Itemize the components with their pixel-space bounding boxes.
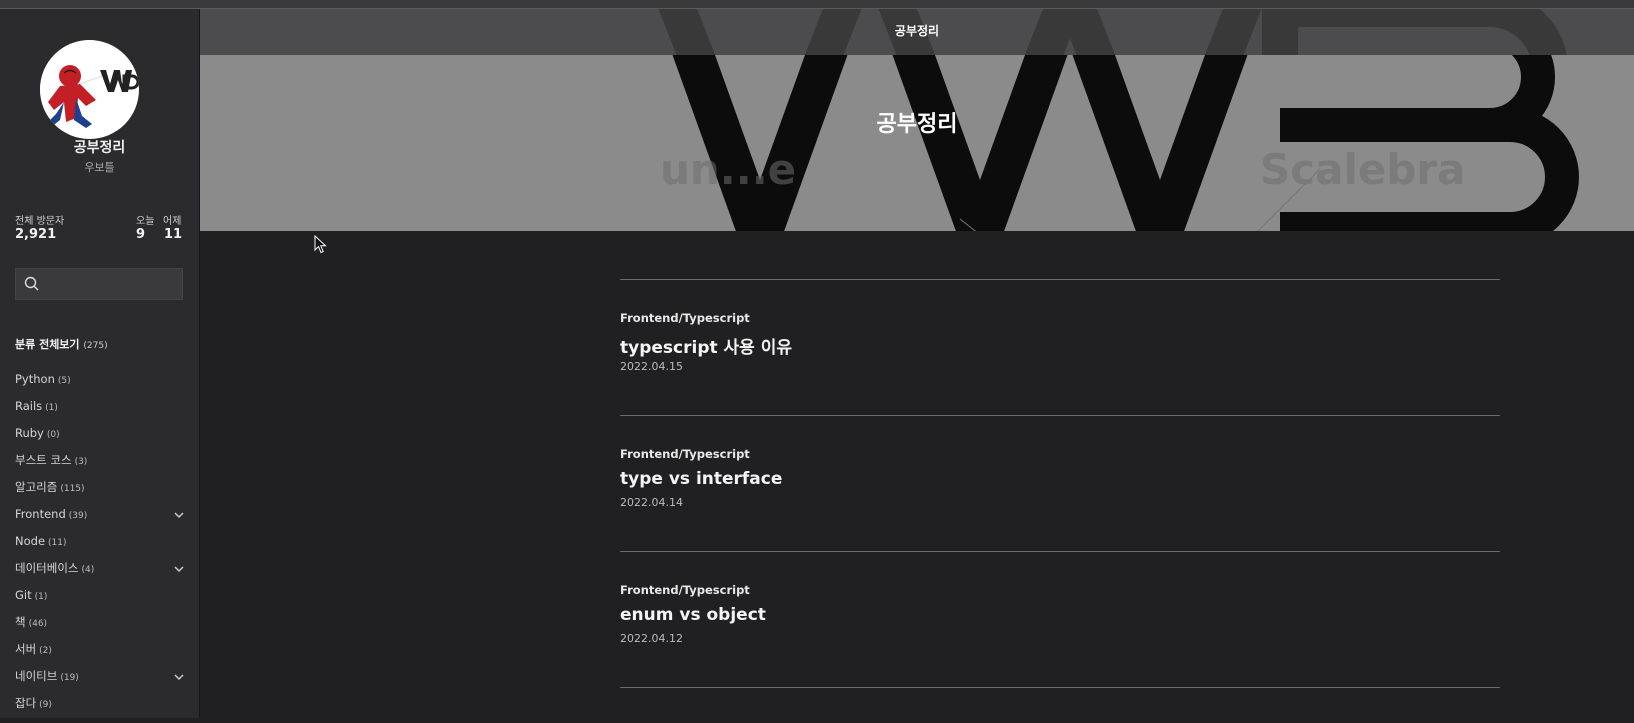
- category-count: (3): [74, 457, 88, 467]
- avatar[interactable]: [40, 40, 139, 139]
- category-label: Rails: [15, 399, 43, 413]
- search-icon[interactable]: [24, 276, 40, 296]
- post-item[interactable]: Frontend/Typescript enum vs object 2022.…: [620, 552, 1500, 687]
- category-item-boostcourse[interactable]: 부스트 코스 (3): [15, 453, 185, 480]
- total-visitors-label: 전체 방문자: [15, 216, 65, 227]
- category-label: 부스트 코스: [15, 453, 72, 467]
- category-count: (115): [60, 484, 85, 494]
- category-label: 알고리즘: [15, 480, 58, 494]
- category-count: (46): [28, 619, 48, 629]
- category-item-python[interactable]: Python (5): [15, 372, 185, 399]
- post-title[interactable]: enum vs object: [620, 605, 766, 625]
- post-category[interactable]: Frontend/Typescript: [620, 583, 750, 597]
- post-category[interactable]: Frontend/Typescript: [620, 311, 750, 325]
- category-label: 데이터베이스: [15, 561, 79, 575]
- category-item-git[interactable]: Git (1): [15, 588, 185, 615]
- category-label: Node: [15, 534, 46, 548]
- category-count: (5): [57, 376, 71, 386]
- today-visitors-value: 9: [136, 227, 146, 242]
- post-item[interactable]: Frontend/Typescript type vs interface 20…: [620, 416, 1500, 551]
- yesterday-visitors-value: 11: [164, 227, 183, 242]
- svg-text:Scalebra: Scalebra: [1260, 145, 1466, 194]
- divider: [620, 687, 1500, 688]
- category-count: (2): [39, 646, 52, 656]
- post-category[interactable]: Frontend/Typescript: [620, 447, 750, 461]
- mouse-cursor-icon: [314, 234, 328, 259]
- hero-banner: un...e Scalebra: [200, 55, 1634, 231]
- sidebar: 공부정리 우보틀 전체 방문자 2,921 오늘 9 어제 11 분류 전체보기…: [0, 9, 200, 718]
- search-box[interactable]: [15, 268, 183, 300]
- category-item-node[interactable]: Node (11): [15, 534, 185, 561]
- category-count: (4): [81, 565, 95, 575]
- category-label: Ruby: [15, 426, 44, 440]
- yesterday-visitors-label: 어제: [163, 216, 182, 227]
- category-item-algorithm[interactable]: 알고리즘 (115): [15, 480, 185, 507]
- category-count: (0): [46, 430, 60, 440]
- post-item[interactable]: Frontend/Typescript typescript 사용 이유 202…: [620, 280, 1500, 415]
- category-label: Python: [15, 372, 55, 386]
- category-count: (1): [45, 403, 58, 413]
- category-list: Python (5) Rails (1) Ruby (0) 부스트 코스 (3) 알고리…: [15, 372, 185, 723]
- category-label: Git: [15, 588, 32, 602]
- chevron-down-icon[interactable]: [173, 563, 185, 573]
- category-item-books[interactable]: 책 (46): [15, 615, 185, 642]
- category-item-misc[interactable]: 잡다 (9): [15, 696, 185, 723]
- svg-text:un...e: un...e: [660, 145, 796, 194]
- post-date: 2022.04.12: [620, 632, 683, 645]
- category-all-label: 분류 전체보기: [15, 338, 80, 351]
- hero-title: 공부정리: [876, 112, 958, 137]
- blog-name[interactable]: 공부정리: [0, 137, 199, 157]
- category-label: Frontend: [15, 507, 66, 521]
- category-item-rails[interactable]: Rails (1): [15, 399, 185, 426]
- category-label: 책: [15, 615, 26, 629]
- header-title[interactable]: 공부정리: [200, 22, 1634, 39]
- blog-owner: 우보틀: [84, 161, 115, 174]
- category-count: (1): [34, 592, 48, 602]
- category-count: (39): [68, 511, 88, 521]
- chevron-down-icon[interactable]: [173, 509, 185, 519]
- category-item-frontend[interactable]: Frontend (39): [15, 507, 185, 534]
- search-input[interactable]: [48, 274, 180, 296]
- category-label: 네이티브: [15, 669, 58, 683]
- category-item-ruby[interactable]: Ruby (0): [15, 426, 185, 453]
- chevron-down-icon[interactable]: [173, 671, 185, 681]
- category-item-database[interactable]: 데이터베이스 (4): [15, 561, 185, 588]
- window-top-strip: [0, 0, 1634, 9]
- category-label: 잡다: [15, 696, 37, 710]
- post-title[interactable]: type vs interface: [620, 469, 782, 489]
- category-all-count: (275): [83, 341, 108, 351]
- category-count: (19): [60, 673, 79, 683]
- category-item-server[interactable]: 서버 (2): [15, 642, 185, 669]
- post-date: 2022.04.14: [620, 496, 683, 509]
- total-visitors-value: 2,921: [15, 227, 57, 242]
- today-visitors-label: 오늘: [136, 216, 155, 227]
- post-date: 2022.04.15: [620, 360, 683, 373]
- category-count: (9): [39, 700, 52, 710]
- category-all-link[interactable]: 분류 전체보기 (275): [15, 336, 108, 352]
- category-count: (11): [48, 538, 67, 548]
- post-list: Frontend/Typescript typescript 사용 이유 202…: [620, 279, 1500, 688]
- category-label: 서버: [15, 642, 37, 656]
- hero-logo-art: un...e Scalebra: [660, 55, 1579, 231]
- category-item-native[interactable]: 네이티브 (19): [15, 669, 185, 696]
- post-title[interactable]: typescript 사용 이유: [620, 333, 792, 358]
